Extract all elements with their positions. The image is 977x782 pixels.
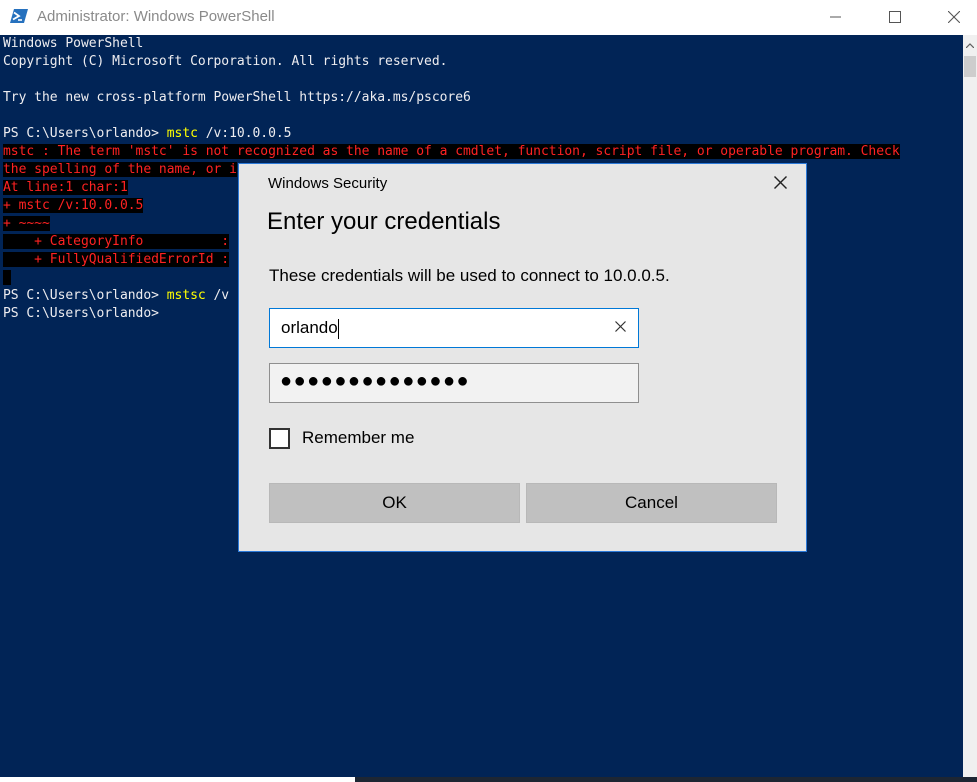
powershell-icon — [10, 8, 28, 24]
console-line: Try the new cross-platform PowerShell ht… — [3, 90, 471, 105]
close-icon — [773, 176, 787, 194]
username-field[interactable]: orlando — [269, 308, 639, 348]
dialog-caption: Windows Security — [268, 175, 388, 192]
ok-button[interactable]: OK — [269, 483, 520, 523]
scroll-up-button[interactable] — [963, 35, 977, 52]
console-error-line: + mstc /v:10.0.0.5 — [3, 198, 144, 213]
text-caret — [338, 319, 339, 339]
remember-me-row[interactable]: Remember me — [269, 425, 414, 451]
console-error-line: + CategoryInfo : — [3, 234, 230, 249]
console-command-args: /v — [205, 288, 230, 303]
console-error-line: + ~~~~ — [3, 216, 50, 231]
close-button[interactable] — [925, 0, 977, 33]
console-command-line: PS C:\Users\orlando> mstsc /v — [3, 287, 229, 305]
console-prompt-line: PS C:\Users\orlando> — [3, 305, 159, 323]
password-value: ●●●●●●●●●●●●●● — [280, 370, 471, 392]
vertical-scrollbar[interactable] — [963, 35, 977, 779]
console-error-line — [3, 269, 11, 287]
minimize-icon — [830, 16, 842, 18]
console-error-line: mstc : The term 'mstc' is not recognized… — [3, 144, 900, 159]
dialog-close-button[interactable] — [767, 173, 793, 197]
console-command: mstc — [166, 126, 198, 141]
window-title: Administrator: Windows PowerShell — [37, 8, 275, 25]
console-line: Copyright (C) Microsoft Corporation. All… — [3, 54, 448, 69]
username-value: orlando — [281, 318, 338, 337]
credentials-dialog[interactable]: Windows Security Enter your credentials … — [238, 163, 807, 552]
scrollbar-thumb[interactable] — [964, 56, 976, 77]
console-command-args: /v:10.0.0.5 — [197, 126, 292, 141]
console-command: mstsc — [166, 288, 206, 303]
maximize-icon — [889, 10, 901, 23]
console-command-line: PS C:\Users\orlando> mstc /v:10.0.0.5 — [3, 125, 292, 143]
taskbar-edge-dark — [355, 777, 977, 782]
console-prompt: PS C:\Users\orlando> — [3, 126, 167, 141]
dialog-heading: Enter your credentials — [267, 208, 501, 235]
window-title-bar[interactable]: Administrator: Windows PowerShell — [0, 0, 977, 35]
clear-icon — [614, 319, 626, 337]
console-error-line: the spelling of the name, or i — [3, 162, 237, 177]
minimize-button[interactable] — [807, 0, 865, 33]
console-prompt: PS C:\Users\orlando> — [3, 288, 167, 303]
console-error-line: + FullyQualifiedErrorId : — [3, 252, 230, 267]
console-line: Windows PowerShell — [3, 36, 144, 51]
cancel-button[interactable]: Cancel — [526, 483, 777, 523]
remember-me-checkbox[interactable] — [269, 427, 290, 449]
password-field[interactable]: ●●●●●●●●●●●●●● — [269, 363, 639, 403]
remember-me-label[interactable]: Remember me — [302, 428, 414, 448]
chevron-up-icon — [965, 35, 975, 53]
clear-text-button[interactable] — [612, 320, 628, 336]
console-prompt: PS C:\Users\orlando> — [3, 306, 159, 321]
dialog-message: These credentials will be used to connec… — [269, 266, 670, 285]
maximize-button[interactable] — [866, 0, 924, 33]
close-icon — [948, 10, 960, 23]
console-error-line: At line:1 char:1 — [3, 180, 128, 195]
